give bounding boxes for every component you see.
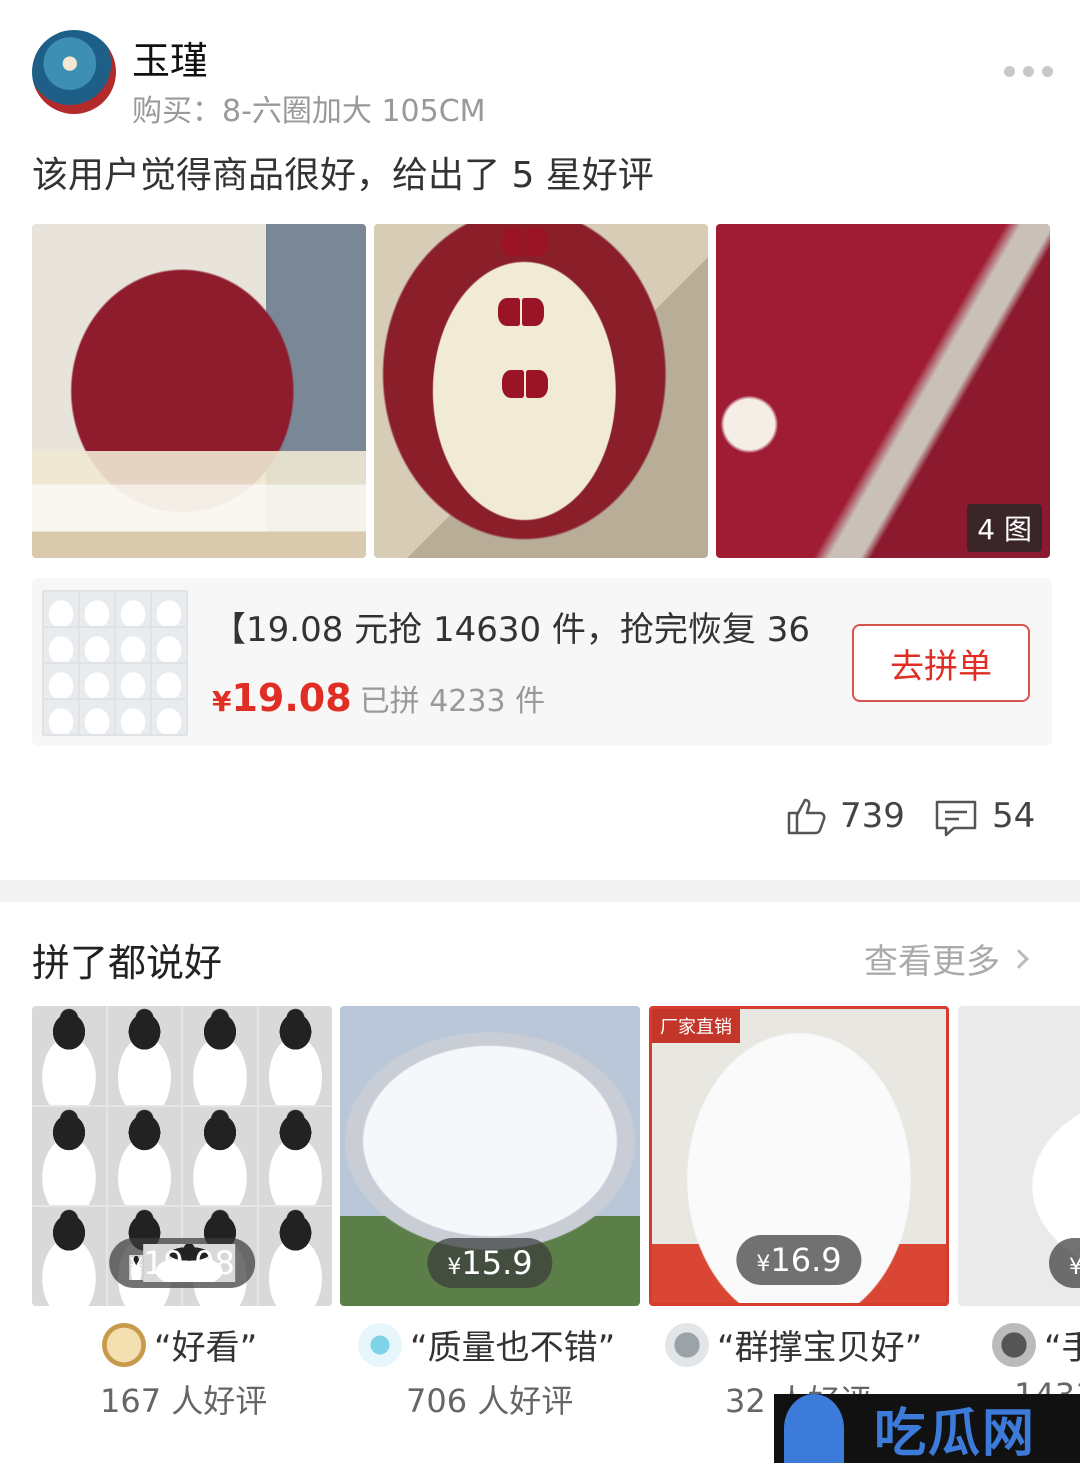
review-photo-3[interactable]: 4 图	[716, 224, 1050, 558]
see-more-link[interactable]: 查看更多	[864, 934, 1029, 983]
thumbs-up-icon[interactable]	[786, 796, 828, 836]
recommend-image-4: ¥	[958, 1006, 1080, 1306]
price-value: 19.08	[231, 676, 352, 720]
reviewer-avatar-icon	[665, 1322, 709, 1367]
recommend-item-2[interactable]: ¥15.9 “质量也不错” 706 人好评	[340, 1006, 640, 1420]
photo-count-badge: 4 图	[967, 504, 1042, 552]
product-thumbnail	[42, 590, 188, 736]
recommend-quote: “质量也不错”	[358, 1320, 615, 1369]
section-divider	[0, 880, 1080, 902]
comment-icon[interactable]	[934, 798, 978, 838]
like-count: 739	[840, 796, 905, 836]
chevron-right-icon	[1009, 948, 1029, 969]
reviewer-avatar-icon	[102, 1322, 146, 1367]
review-photo-1[interactable]	[32, 224, 366, 558]
recommend-count: 706 人好评	[406, 1382, 574, 1420]
recommend-image-1: ¥19.08	[32, 1006, 332, 1306]
recommend-image-3: 厂家直销 ¥16.9	[649, 1006, 949, 1306]
factory-direct-tag: 厂家直销	[652, 1009, 740, 1043]
see-more-label: 查看更多	[864, 942, 1000, 982]
review-card: 玉瑾 购买：8-六圈加大 105CM 该用户觉得商品很好，给出了 5 星好评 4…	[0, 0, 1080, 880]
watermark-blob-icon	[784, 1394, 844, 1463]
review-text: 该用户觉得商品很好，给出了 5 星好评	[32, 155, 654, 196]
user-name[interactable]: 玉瑾	[132, 30, 208, 85]
recommend-title: 拼了都说好	[32, 941, 223, 985]
recommend-quote: “好看”	[102, 1320, 257, 1369]
reviewer-avatar-icon	[358, 1322, 402, 1367]
purchase-spec: 购买：8-六圈加大 105CM	[132, 94, 486, 129]
more-options-icon[interactable]	[1004, 66, 1053, 77]
watermark-text: 吃瓜网	[874, 1404, 1037, 1463]
recommend-image-2: ¥15.9	[340, 1006, 640, 1306]
product-title: 【19.08 元抢 14630 件，抢完恢复 36	[212, 610, 810, 650]
sold-count: 已拼 4233 件	[359, 684, 546, 719]
join-group-button[interactable]: 去拼单	[852, 624, 1030, 702]
recommend-price: ¥15.9	[427, 1238, 553, 1288]
recommend-item-4[interactable]: ¥ “手 1431	[958, 1006, 1080, 1426]
user-avatar[interactable]	[32, 30, 116, 114]
product-card[interactable]: 【19.08 元抢 14630 件，抢完恢复 36 ¥19.08 已拼 4233 …	[32, 578, 1052, 746]
recommend-price: ¥19.08	[109, 1238, 255, 1288]
review-photo-2[interactable]	[374, 224, 708, 558]
watermark-logo: 吃瓜网	[774, 1394, 1080, 1463]
recommend-item-1[interactable]: ¥19.08 “好看” 167 人好评	[32, 1006, 332, 1420]
price-symbol: ¥	[212, 685, 232, 718]
recommend-item-3[interactable]: 厂家直销 ¥16.9 “群撑宝贝好” 32 人好评	[649, 1006, 949, 1420]
comment-count: 54	[992, 796, 1036, 836]
price-row: ¥19.08 已拼 4233 件	[212, 676, 545, 720]
recommend-quote: “群撑宝贝好”	[665, 1320, 922, 1369]
recommend-price: ¥16.9	[736, 1235, 862, 1285]
recommend-price: ¥	[1049, 1238, 1080, 1288]
reviewer-avatar-icon	[992, 1322, 1036, 1367]
recommend-quote: “手	[992, 1320, 1080, 1369]
recommend-count: 167 人好评	[100, 1382, 268, 1420]
